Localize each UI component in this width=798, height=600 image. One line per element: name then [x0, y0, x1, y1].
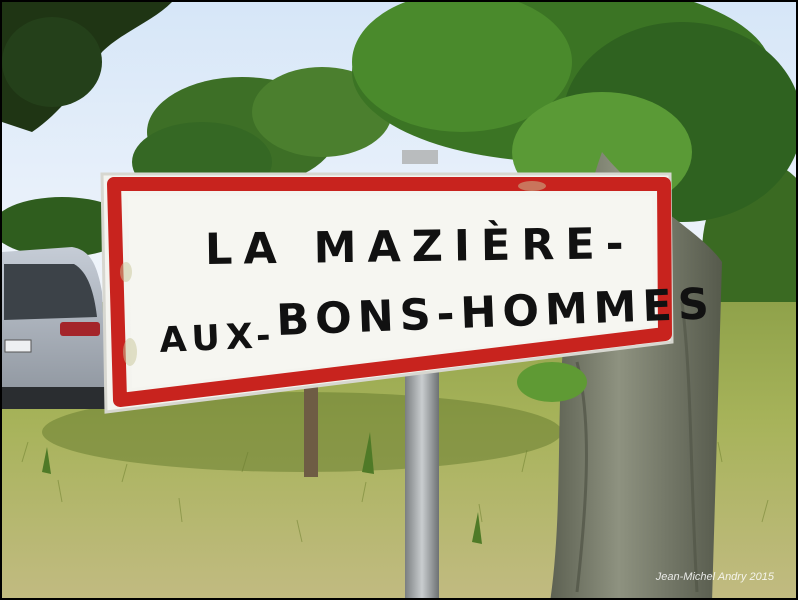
fence-post [304, 387, 318, 477]
sign-line-2-prefix: AUX- [159, 316, 278, 361]
photo-scene: LA MAZIÈRE- AUX- BONS-HOMMES Jean-Michel… [2, 2, 796, 598]
photo-credit: Jean-Michel Andry 2015 [655, 571, 775, 583]
photo-frame: LA MAZIÈRE- AUX- BONS-HOMMES Jean-Michel… [0, 0, 798, 600]
parked-car [2, 247, 107, 409]
sign-line-1: LA MAZIÈRE- [205, 218, 635, 275]
